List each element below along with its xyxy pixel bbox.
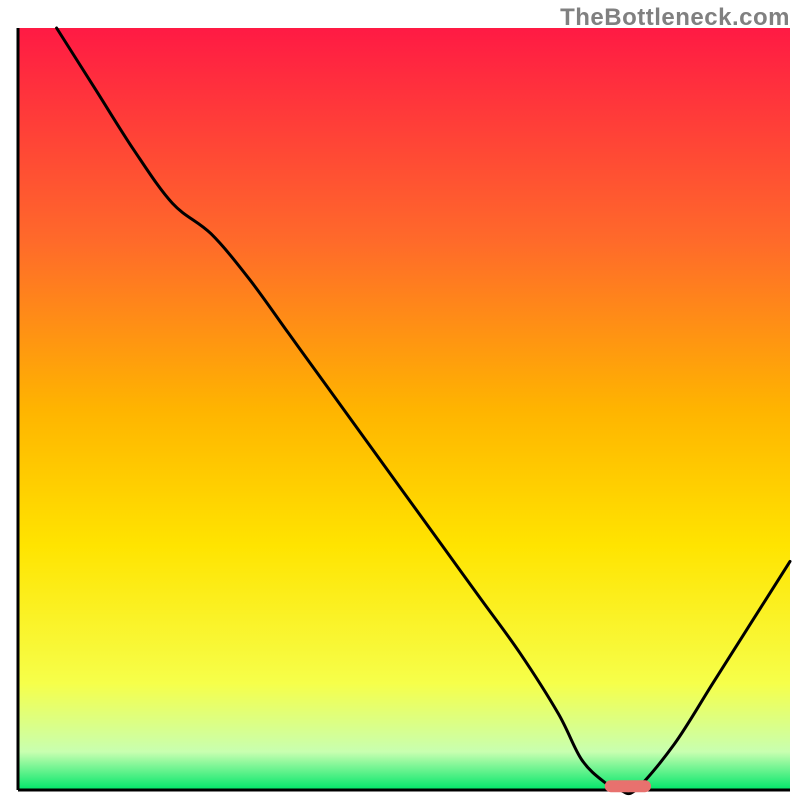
chart-svg xyxy=(0,0,800,800)
optimum-marker xyxy=(605,780,651,792)
bottleneck-chart: TheBottleneck.com xyxy=(0,0,800,800)
plot-gradient-background xyxy=(18,28,790,790)
watermark-text: TheBottleneck.com xyxy=(560,4,790,32)
